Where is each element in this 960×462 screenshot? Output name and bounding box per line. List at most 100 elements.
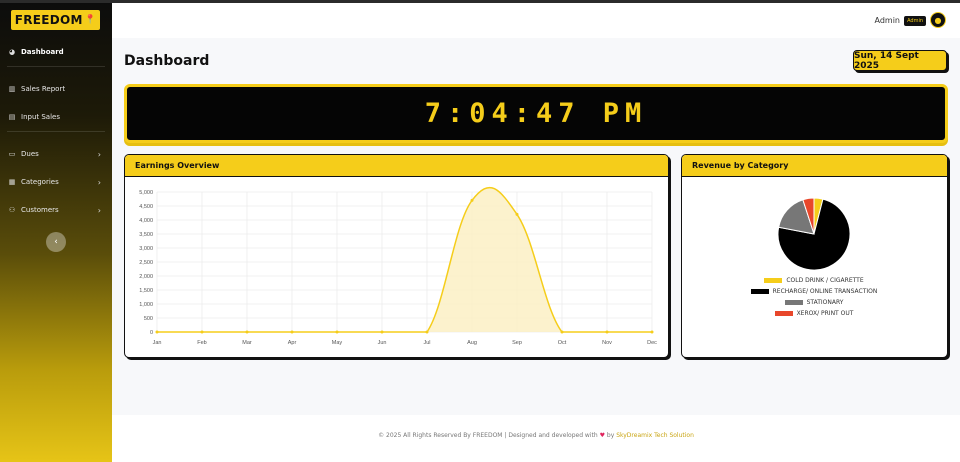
x-tick-label: Jun <box>378 340 387 346</box>
legend-swatch <box>774 311 793 316</box>
x-tick-label: Apr <box>288 340 297 346</box>
y-tick-label: 4,000 <box>139 218 153 224</box>
data-point <box>380 330 384 334</box>
legend-item[interactable]: COLD DRINK / CIGARETTE <box>682 277 946 284</box>
top-edge-line <box>0 0 960 3</box>
bulb-icon: ● <box>934 15 942 25</box>
legend-swatch <box>784 300 803 305</box>
legend-item[interactable]: RECHARGE/ ONLINE TRANSACTION <box>682 288 946 295</box>
x-tick-label: Mar <box>242 340 252 346</box>
x-tick-label: Jul <box>423 340 430 346</box>
page-title: Dashboard <box>124 53 210 69</box>
sidebar-item-customers[interactable]: ⚇ Customers › <box>7 202 107 218</box>
sidebar-item-label: Sales Report <box>21 85 66 93</box>
topbar: Admin Admin ● <box>112 3 960 38</box>
file-icon: ▤ <box>8 113 16 121</box>
chart-icon: ▥ <box>8 85 16 93</box>
data-point <box>470 198 474 202</box>
legend-label: COLD DRINK / CIGARETTE <box>786 277 864 284</box>
data-point <box>245 330 249 334</box>
x-tick-label: Nov <box>602 340 612 346</box>
legend-swatch <box>764 278 783 283</box>
map-pin-icon: 📍 <box>84 15 97 25</box>
heart-icon: ♥ <box>599 432 605 439</box>
users-icon: ⚇ <box>8 206 16 214</box>
y-tick-label: 1,500 <box>139 288 153 294</box>
sidebar-item-label: Customers <box>21 206 59 214</box>
sidebar-collapse-button[interactable]: ‹ <box>46 232 66 252</box>
revenue-pie-chart <box>777 197 851 271</box>
data-point <box>155 330 159 334</box>
revenue-by-category-card: Revenue by Category COLD DRINK / CIGARET… <box>681 154 948 358</box>
sidebar-item-sales-report[interactable]: ▥ Sales Report <box>7 81 107 97</box>
x-tick-label: Feb <box>197 340 206 346</box>
sidebar-item-label: Categories <box>21 178 59 186</box>
legend-label: STATIONARY <box>806 299 844 306</box>
chevron-right-icon: › <box>97 177 101 187</box>
sidebar-divider <box>7 66 105 67</box>
data-point <box>290 330 294 334</box>
app-logo[interactable]: FREEDOM 📍 <box>11 10 100 30</box>
y-tick-label: 3,000 <box>139 246 153 252</box>
footer-brand-link[interactable]: SkyDreamix Tech Solution <box>616 432 694 439</box>
x-tick-label: Oct <box>558 340 567 346</box>
card-title: Earnings Overview <box>125 155 668 177</box>
chevron-left-icon: ‹ <box>54 237 58 247</box>
legend-item[interactable]: XEROX/ PRINT OUT <box>682 310 946 317</box>
legend-item[interactable]: STATIONARY <box>682 299 946 306</box>
avatar[interactable]: ● <box>930 12 946 28</box>
chevron-right-icon: › <box>97 205 101 215</box>
y-tick-label: 5,000 <box>139 190 153 196</box>
sidebar-item-input-sales[interactable]: ▤ Input Sales <box>7 109 107 125</box>
earnings-line <box>157 186 652 333</box>
earnings-overview-card: Earnings Overview 0 500 1,000 1,500 2,000 2,5… <box>124 154 669 358</box>
earnings-area-fill <box>157 187 652 332</box>
digital-clock: 7:04:47 PM <box>124 84 948 143</box>
data-point <box>605 330 609 334</box>
y-tick-label: 1,000 <box>139 302 153 308</box>
y-tick-label: 2,000 <box>139 274 153 280</box>
data-point <box>560 330 564 334</box>
x-tick-label: Jan <box>153 340 162 346</box>
data-point <box>425 330 429 334</box>
sidebar-item-label: Dashboard <box>21 48 64 56</box>
y-tick-label: 4,500 <box>139 204 153 210</box>
earnings-chart: 0 500 1,000 1,500 2,000 2,500 3,000 3,500 4,000 4… <box>139 186 657 346</box>
footer: © 2025 All Rights Reserved By FREEDOM | … <box>112 415 960 462</box>
user-name[interactable]: Admin <box>875 16 901 25</box>
legend-swatch <box>750 289 769 294</box>
grid-icon: ▦ <box>8 178 16 186</box>
y-tick-label: 0 <box>150 330 153 336</box>
x-tick-label: Dec <box>647 340 657 346</box>
sidebar-item-dues[interactable]: ▭ Dues › <box>7 146 107 162</box>
sidebar: FREEDOM 📍 ◕ Dashboard ▥ Sales Report ▤ I… <box>0 0 112 462</box>
x-tick-label: May <box>332 340 343 346</box>
footer-text: © 2025 All Rights Reserved By FREEDOM | … <box>112 432 960 439</box>
sidebar-item-categories[interactable]: ▦ Categories › <box>7 174 107 190</box>
data-point <box>515 212 519 216</box>
card-title: Revenue by Category <box>682 155 947 177</box>
sidebar-item-label: Input Sales <box>21 113 60 121</box>
chevron-right-icon: › <box>97 149 101 159</box>
x-tick-label: Sep <box>512 340 522 346</box>
y-tick-label: 2,500 <box>139 260 153 266</box>
gauge-icon: ◕ <box>8 48 16 56</box>
clock-time: 7:04:47 PM <box>424 98 648 129</box>
wallet-icon: ▭ <box>8 150 16 158</box>
x-tick-label: Aug <box>467 340 477 346</box>
role-badge: Admin <box>904 16 926 26</box>
legend-label: RECHARGE/ ONLINE TRANSACTION <box>772 288 878 295</box>
y-tick-label: 500 <box>144 316 153 322</box>
data-point <box>200 330 204 334</box>
data-point <box>650 330 654 334</box>
y-tick-label: 3,500 <box>139 232 153 238</box>
footer-by: by <box>606 432 615 439</box>
legend-label: XEROX/ PRINT OUT <box>796 310 854 317</box>
footer-copyright: © 2025 All Rights Reserved By FREEDOM | … <box>378 432 598 439</box>
sidebar-item-label: Dues <box>21 150 39 158</box>
sidebar-divider <box>7 131 105 132</box>
data-point <box>335 330 339 334</box>
logo-text: FREEDOM <box>14 13 83 27</box>
date-badge: Sun, 14 Sept 2025 <box>853 50 947 71</box>
sidebar-item-dashboard[interactable]: ◕ Dashboard <box>7 44 107 60</box>
